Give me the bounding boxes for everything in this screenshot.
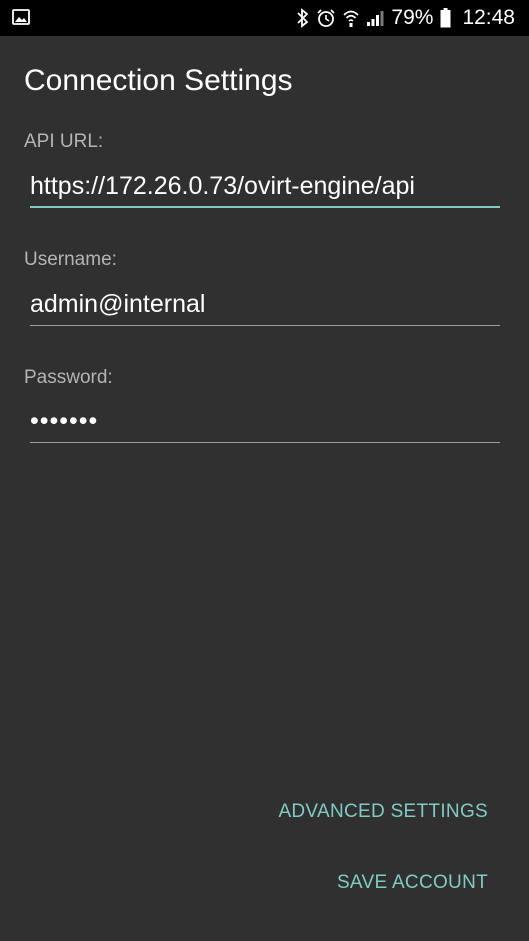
username-input[interactable]	[30, 284, 500, 326]
battery-icon	[440, 8, 451, 28]
status-icons: 79% 12:48	[297, 0, 515, 36]
page-title: Connection Settings	[24, 64, 293, 97]
signal-icon	[366, 9, 384, 27]
save-account-button[interactable]: SAVE ACCOUNT	[337, 872, 488, 894]
password-input[interactable]	[30, 401, 500, 443]
image-notification-icon	[12, 9, 30, 25]
username-label: Username:	[24, 249, 117, 270]
api-url-input[interactable]	[30, 166, 500, 208]
connection-settings-screen: 79% 12:48 Connection Settings API URL: U…	[0, 0, 529, 941]
bluetooth-icon	[297, 8, 309, 28]
api-url-label: API URL:	[24, 131, 104, 152]
advanced-settings-button[interactable]: ADVANCED SETTINGS	[278, 801, 488, 823]
clock: 12:48	[462, 6, 515, 29]
status-bar: 79% 12:48	[0, 0, 529, 36]
wifi-icon	[343, 8, 359, 28]
battery-percent: 79%	[391, 6, 434, 29]
password-label: Password:	[24, 367, 113, 388]
alarm-icon	[316, 8, 336, 28]
